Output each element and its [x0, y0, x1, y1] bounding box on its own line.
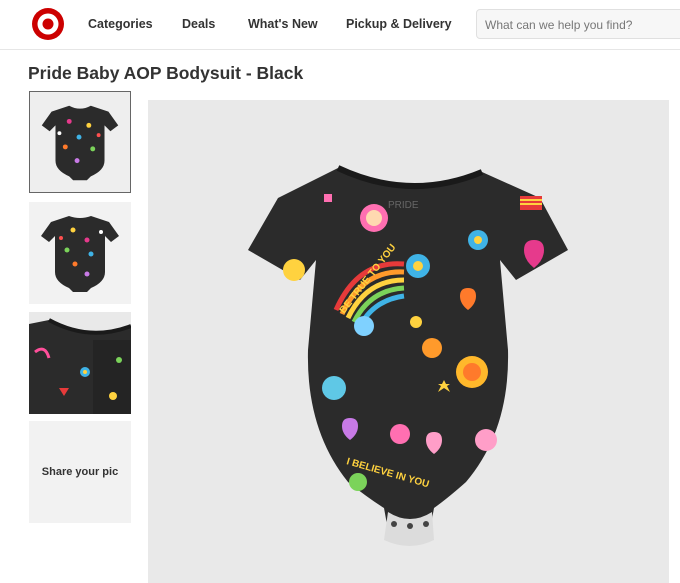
- search-placeholder: What can we help you find?: [485, 18, 633, 32]
- search-input[interactable]: What can we help you find?: [476, 9, 680, 39]
- share-your-pic-button[interactable]: Share your pic: [29, 421, 131, 523]
- bodysuit-front-thumbnail-image: [30, 92, 130, 192]
- nav-deals[interactable]: Deals: [182, 17, 215, 31]
- thumbnail-detail[interactable]: [29, 312, 131, 414]
- neck-label-text: PRIDE: [388, 200, 419, 211]
- share-your-pic-label: Share your pic: [41, 466, 119, 478]
- bodysuit-back-thumbnail-image: [29, 202, 131, 304]
- product-title: Pride Baby AOP Bodysuit - Black: [28, 63, 304, 83]
- nav-whats-new[interactable]: What's New: [248, 17, 318, 31]
- thumbnail-back[interactable]: [29, 202, 131, 304]
- nav-categories[interactable]: Categories: [88, 17, 153, 31]
- nav-pickup-delivery[interactable]: Pickup & Delivery: [346, 17, 452, 31]
- target-logo-icon[interactable]: [31, 7, 65, 41]
- top-nav-bar: Categories Deals What's New Pickup & Del…: [0, 0, 680, 50]
- main-product-image[interactable]: PRIDE BE TRUE TO YOU I BELIEVE IN YOU: [148, 100, 669, 583]
- bodysuit-detail-thumbnail-image: [29, 312, 131, 414]
- bodysuit-illustration: PRIDE BE TRUE TO YOU I BELIEVE IN YOU: [148, 100, 669, 583]
- thumbnail-front[interactable]: [29, 91, 131, 193]
